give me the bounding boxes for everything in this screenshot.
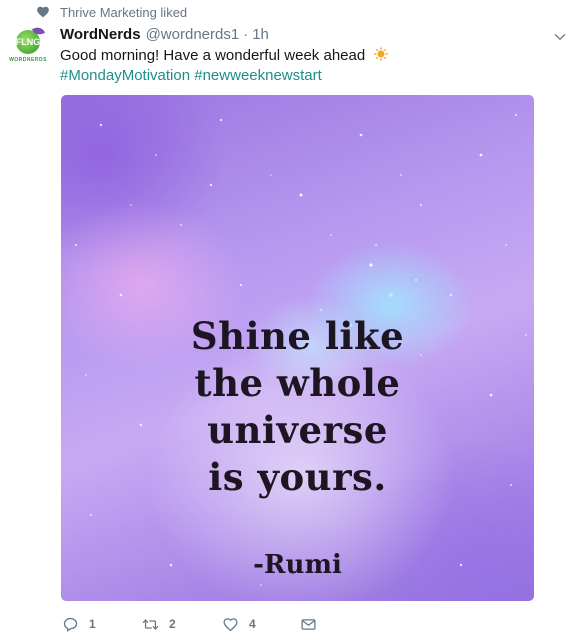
social-context-label: Thrive Marketing liked bbox=[60, 4, 188, 20]
tweet-text: Good morning! Have a wonderful week ahea… bbox=[60, 46, 550, 86]
sun-emoji-icon bbox=[373, 46, 390, 62]
avatar[interactable]: FLNG WORDNERDS bbox=[7, 25, 49, 70]
hashtag-link[interactable]: #newweeknewstart bbox=[194, 67, 322, 84]
quote-line: universe bbox=[207, 408, 388, 452]
chevron-down-icon[interactable] bbox=[553, 30, 567, 44]
timestamp[interactable]: 1h bbox=[252, 26, 269, 43]
heart-icon bbox=[37, 6, 49, 18]
quote-text: Shine like the whole universe is yours. bbox=[61, 313, 534, 501]
quote-line: is yours. bbox=[208, 455, 387, 499]
quote-line: the whole bbox=[194, 361, 401, 405]
tweet-body: Good morning! Have a wonderful week ahea… bbox=[60, 47, 366, 64]
separator-dot: · bbox=[243, 26, 249, 43]
like-count: 4 bbox=[249, 617, 256, 631]
user-handle[interactable]: @wordnerds1 bbox=[146, 26, 240, 43]
tweet-image[interactable]: Shine like the whole universe is yours. … bbox=[61, 95, 534, 601]
like-icon bbox=[223, 617, 238, 631]
avatar-caption: WORDNERDS bbox=[9, 57, 47, 63]
like-button[interactable]: 4 bbox=[222, 616, 300, 633]
social-context[interactable]: Thrive Marketing liked bbox=[36, 3, 187, 21]
tweet-header: WordNerds @wordnerds1 · 1h bbox=[60, 26, 269, 43]
hashtag-link[interactable]: #MondayMotivation bbox=[60, 67, 190, 84]
tweet-body-line: Good morning! Have a wonderful week ahea… bbox=[60, 46, 550, 66]
display-name[interactable]: WordNerds bbox=[60, 26, 141, 43]
hashtags-line: #MondayMotivation #newweeknewstart bbox=[60, 66, 550, 86]
retweet-icon bbox=[142, 618, 159, 630]
avatar-logo: FLNG bbox=[15, 25, 46, 54]
quote-attribution: -Rumi bbox=[253, 550, 342, 580]
retweet-count: 2 bbox=[169, 617, 176, 631]
retweet-button[interactable]: 2 bbox=[142, 616, 222, 633]
avatar-logo-text: FLNG bbox=[15, 37, 41, 47]
reply-button[interactable]: 1 bbox=[62, 616, 142, 633]
quote-line: Shine like bbox=[190, 314, 405, 358]
leaf-icon bbox=[31, 25, 46, 37]
direct-message-button[interactable] bbox=[300, 616, 317, 633]
tweet-actions: 1 2 4 bbox=[62, 614, 317, 634]
reply-icon bbox=[63, 617, 78, 632]
direct-message-icon bbox=[301, 618, 316, 630]
reply-count: 1 bbox=[89, 617, 96, 631]
